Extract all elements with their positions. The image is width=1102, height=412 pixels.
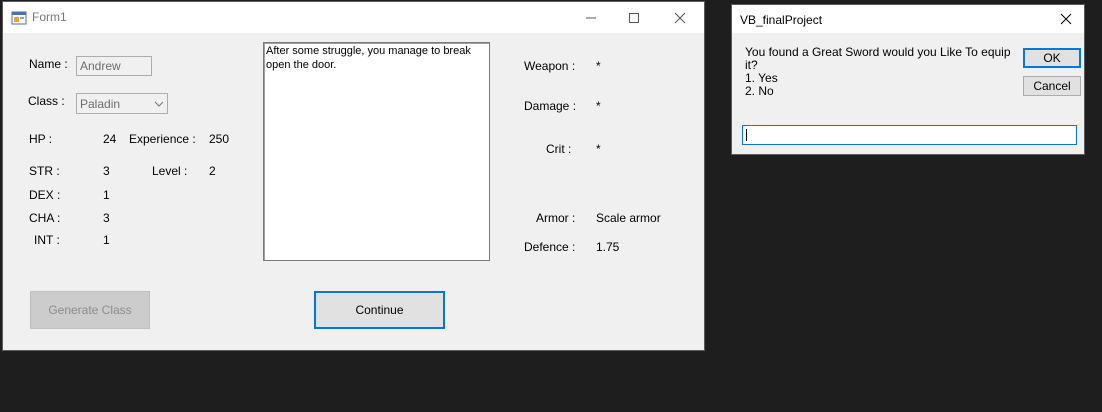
damage-label: Damage : <box>524 99 577 113</box>
maximize-button[interactable] <box>611 2 657 33</box>
dex-label: DEX : <box>29 188 61 202</box>
chevron-down-icon <box>151 94 167 113</box>
minimize-button[interactable] <box>568 2 614 33</box>
weapon-value: * <box>596 59 601 73</box>
hp-value: 24 <box>103 132 117 146</box>
close-icon <box>1060 13 1072 25</box>
name-field[interactable]: Andrew <box>76 56 152 76</box>
dialog-titlebar[interactable]: VB_finalProject <box>732 5 1084 33</box>
cha-label: CHA : <box>29 211 61 225</box>
story-text: After some struggle, you manage to break… <box>266 45 471 71</box>
hp-label: HP : <box>29 132 53 146</box>
name-value: Andrew <box>80 59 121 73</box>
close-icon <box>674 12 686 23</box>
dialog-prompt: You found a Great Sword would you Like T… <box>745 46 1011 98</box>
input-dialog: VB_finalProject You found a Great Sword … <box>732 5 1084 154</box>
story-textbox[interactable]: After some struggle, you manage to break… <box>263 42 490 261</box>
dex-value: 1 <box>103 188 110 202</box>
str-value: 3 <box>103 164 110 178</box>
generate-class-button[interactable]: Generate Class <box>30 291 150 329</box>
level-value: 2 <box>209 164 216 178</box>
defence-label: Defence : <box>524 240 576 254</box>
cha-value: 3 <box>103 211 110 225</box>
level-label: Level : <box>152 164 188 178</box>
option-no: 2. No <box>745 84 774 98</box>
crit-label: Crit : <box>546 142 572 156</box>
form1-app-icon <box>11 10 27 26</box>
class-label: Class : <box>28 94 65 108</box>
defence-value: 1.75 <box>596 240 620 254</box>
form1-title: Form1 <box>32 10 67 24</box>
close-button[interactable] <box>657 2 703 33</box>
response-input[interactable] <box>742 125 1077 145</box>
text-caret <box>746 129 747 141</box>
experience-value: 250 <box>209 132 230 146</box>
maximize-icon <box>629 12 639 23</box>
minimize-icon <box>586 17 596 18</box>
crit-value: * <box>596 142 601 156</box>
prompt-line: You found a Great Sword would you Like T… <box>745 45 1011 59</box>
dialog-close-button[interactable] <box>1048 5 1084 33</box>
dialog-title: VB_finalProject <box>740 13 823 27</box>
option-yes: 1. Yes <box>745 71 778 85</box>
ok-button[interactable]: OK <box>1023 48 1081 68</box>
form1-titlebar[interactable]: Form1 <box>3 2 704 33</box>
armor-value: Scale armor <box>596 211 661 225</box>
cancel-button[interactable]: Cancel <box>1023 76 1081 96</box>
int-label: INT : <box>34 233 60 247</box>
class-value: Paladin <box>80 97 121 111</box>
name-label: Name : <box>29 57 68 71</box>
weapon-label: Weapon : <box>524 59 576 73</box>
class-select[interactable]: Paladin <box>76 93 168 114</box>
prompt-line: it? <box>745 58 758 72</box>
damage-value: * <box>596 99 601 113</box>
armor-label: Armor : <box>536 211 576 225</box>
experience-label: Experience : <box>129 132 196 146</box>
form1-window: Form1 Name : Andrew Class : Paladin HP :… <box>3 2 704 350</box>
continue-button[interactable]: Continue <box>314 291 445 329</box>
str-label: STR : <box>29 164 60 178</box>
int-value: 1 <box>103 233 110 247</box>
